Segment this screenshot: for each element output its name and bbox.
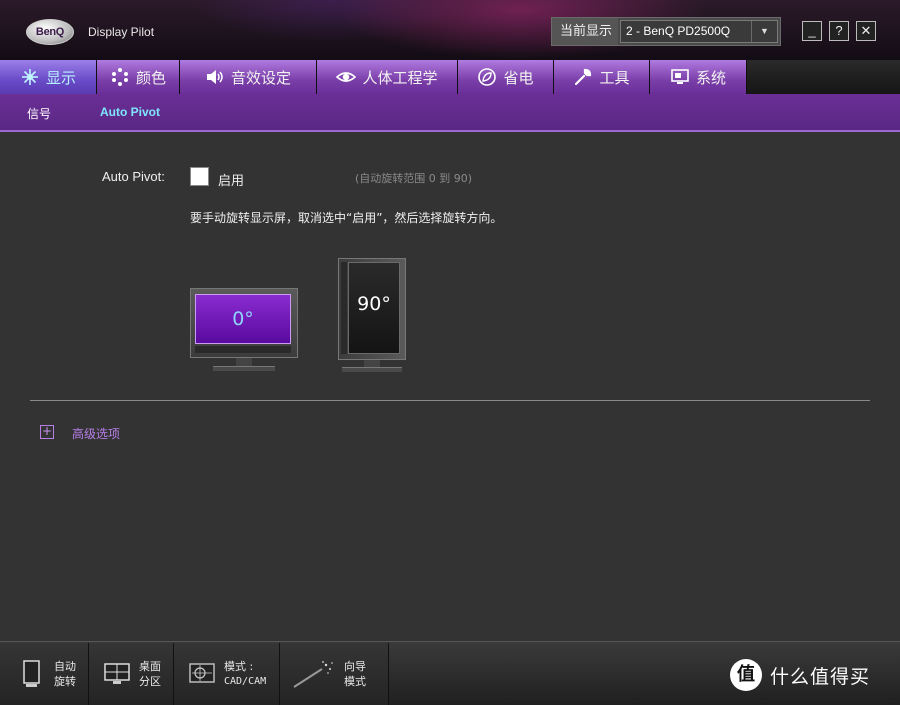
desktop-partition-line1: 桌面 [139,660,161,673]
leaf-icon [477,67,497,87]
auto-pivot-enable-checkbox[interactable] [190,167,209,186]
cad-cam-line2: CAD/CAM [224,676,267,687]
watermark-text: 什么值得买 [770,665,871,688]
orientation-0-button[interactable]: 0° [190,288,298,371]
help-button[interactable]: ? [829,21,849,41]
tab-label: 省电 [503,68,534,87]
site-watermark: 值 什么值得买 [730,658,870,692]
content-panel: Auto Pivot: 启用 (自动旋转范围 0 到 90) 要手动旋转显示屏，… [0,132,900,641]
auto-rotate-button[interactable]: 自动 旋转 [0,643,89,705]
cad-mode-icon [188,659,216,689]
wizard-mode-button[interactable]: 向导 模式 [280,643,389,705]
monitor-screen: 90° [348,262,400,354]
close-button[interactable]: ✕ [856,21,876,41]
desktop-partition-line2: 分区 [139,675,161,688]
split-desktop-icon [103,659,131,689]
auto-pivot-range-note: (自动旋转范围 0 到 90) [355,172,473,185]
current-display-selector[interactable]: 当前显示 2 - BenQ PD2500Q ▼ [551,17,781,46]
monitor-base [213,366,275,371]
tab-label: 颜色 [135,68,166,87]
title-bar: BenQ Display Pilot 当前显示 2 - BenQ PD2500Q… [0,0,900,60]
current-display-dropdown[interactable]: 2 - BenQ PD2500Q ▼ [620,20,778,43]
main-nav: 显示 颜色 音效设定 人体工程学 省电 工具 系统 [0,60,900,94]
wizard-line1: 向导 [344,660,366,673]
monitor-screen: 0° [195,294,291,344]
tab-label: 显示 [45,68,76,87]
auto-rotate-line1: 自动 [54,660,76,673]
system-monitor-icon [670,67,690,87]
orientation-0-label: 0° [232,308,254,330]
tab-label: 工具 [599,68,630,87]
subnav-item-signal[interactable]: 信号 [27,105,51,122]
benq-logo: BenQ [26,19,74,45]
tab-ergonomics[interactable]: 人体工程学 [317,60,458,94]
speaker-icon [205,67,225,87]
magic-wand-icon [292,659,336,689]
tab-system[interactable]: 系统 [650,60,747,94]
watermark-badge: 值 [730,659,762,691]
eye-icon [336,67,357,87]
monitor-neck [364,360,380,367]
portrait-monitor-icon [18,659,46,689]
tab-label: 系统 [695,68,726,87]
tab-display[interactable]: 显示 [0,60,97,94]
sub-nav: 信号 Auto Pivot [0,94,900,132]
desktop-partition-button[interactable]: 桌面 分区 [89,643,174,705]
tab-tools[interactable]: 工具 [554,60,650,94]
wrench-icon [573,67,593,87]
tab-label: 音效设定 [230,68,291,87]
auto-rotate-line2: 旋转 [54,675,76,688]
auto-pivot-enable-label[interactable]: 启用 [218,170,244,189]
orientation-90-label: 90° [357,293,391,315]
cad-cam-mode-button[interactable]: 模式 : CAD/CAM [174,643,280,705]
section-divider [30,400,870,401]
app-title: Display Pilot [88,25,155,39]
cad-cam-line1: 模式 : [224,660,254,673]
tab-eco[interactable]: 省电 [458,60,554,94]
monitor-neck [236,358,252,366]
manual-rotate-instruction: 要手动旋转显示屏，取消选中“启用”，然后选择旋转方向。 [190,211,503,225]
wizard-line2: 模式 [344,675,366,688]
monitor-side-strip [341,262,347,354]
monitor-chin [195,346,291,353]
orientation-90-button[interactable]: 90° [338,258,406,372]
current-display-label: 当前显示 [552,18,619,45]
color-dots-icon [110,67,130,87]
subnav-item-auto-pivot[interactable]: Auto Pivot [100,105,160,119]
expand-plus-icon[interactable]: + [40,425,54,439]
current-display-value: 2 - BenQ PD2500Q [626,24,731,38]
auto-pivot-label: Auto Pivot: [102,169,165,184]
advanced-options-link[interactable]: 高级选项 [72,425,120,442]
tab-label: 人体工程学 [362,68,438,87]
monitor-base [342,367,402,372]
tab-color[interactable]: 颜色 [97,60,180,94]
display-icon [20,67,40,87]
dropdown-arrow-icon[interactable]: ▼ [751,21,777,42]
tab-audio[interactable]: 音效设定 [180,60,317,94]
minimize-button[interactable]: _ [802,21,822,41]
